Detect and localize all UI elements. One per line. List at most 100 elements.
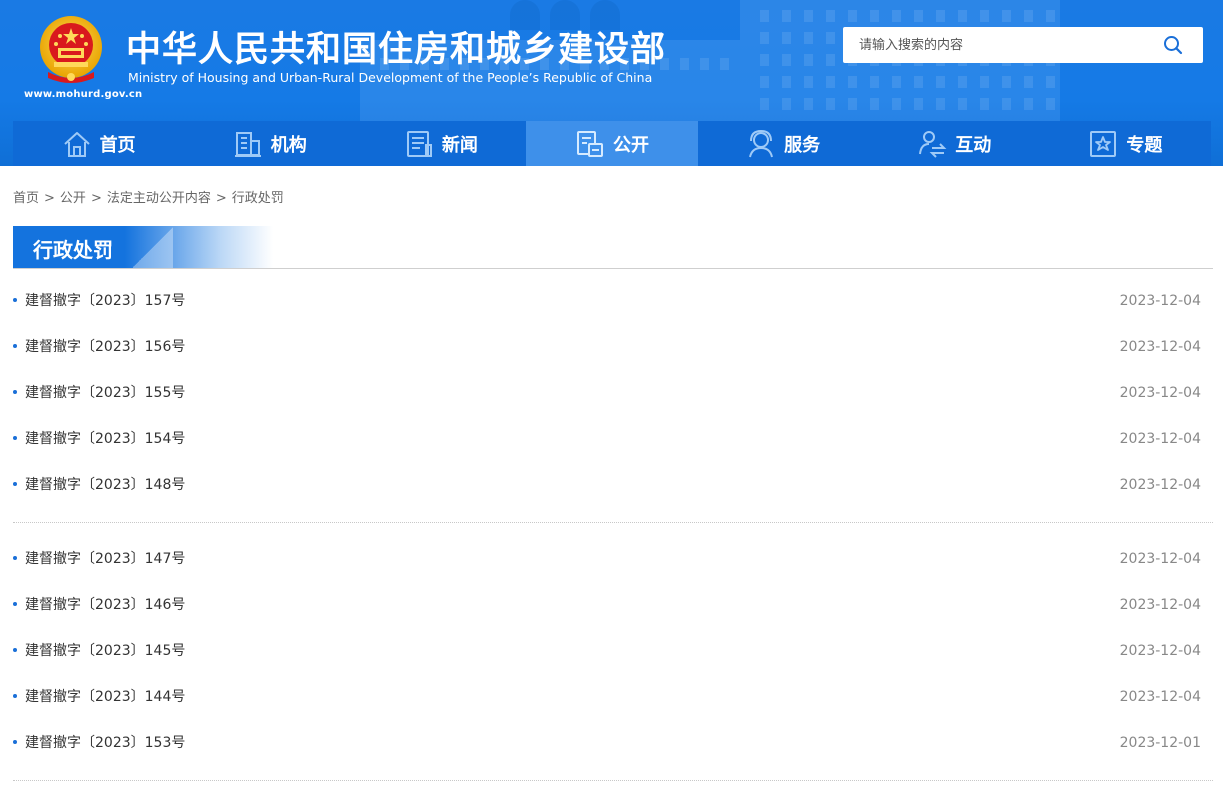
background-decoration — [1046, 76, 1055, 88]
background-decoration — [826, 98, 835, 110]
breadcrumb: 首页 > 公开 > 法定主动公开内容 > 行政处罚 — [13, 187, 284, 206]
nav-item-disclosure[interactable]: 公开 — [526, 121, 698, 166]
background-decoration — [782, 98, 791, 110]
page: www.mohurd.gov.cn 中华人民共和国住房和城乡建设部 Minist… — [0, 0, 1223, 793]
background-decoration — [848, 98, 857, 110]
news-icon — [406, 130, 432, 157]
list-item-date: 2023-12-04 — [1119, 551, 1201, 567]
background-decoration — [760, 10, 769, 22]
background-decoration — [848, 76, 857, 88]
list-item-title[interactable]: 建督撤字〔2023〕146号 — [25, 582, 185, 628]
breadcrumb-link-disclosure[interactable]: 公开 — [60, 191, 86, 206]
group-divider — [13, 522, 1213, 523]
list-item-title[interactable]: 建督撤字〔2023〕153号 — [25, 720, 185, 766]
list-item[interactable]: 建督撤字〔2023〕147号 2023-12-04 — [13, 536, 1213, 582]
background-decoration — [980, 10, 989, 22]
search-box — [843, 27, 1203, 63]
list-item-date: 2023-12-04 — [1119, 597, 1201, 613]
background-decoration — [1046, 10, 1055, 22]
nav-item-organization[interactable]: 机构 — [184, 121, 355, 166]
divider — [13, 268, 1213, 269]
list-item[interactable]: 建督撤字〔2023〕153号 2023-12-01 — [13, 720, 1213, 766]
background-decoration — [782, 54, 791, 66]
background-decoration — [1046, 98, 1055, 110]
nav-label: 专题 — [1126, 134, 1163, 156]
nav-item-service[interactable]: 服务 — [698, 121, 869, 166]
site-url: www.mohurd.gov.cn — [24, 89, 143, 100]
background-decoration — [782, 32, 791, 44]
list-item[interactable]: 建督撤字〔2023〕157号 2023-12-04 — [13, 278, 1213, 324]
list-item[interactable]: 建督撤字〔2023〕145号 2023-12-04 — [13, 628, 1213, 674]
service-icon — [749, 129, 774, 157]
bullet-icon — [13, 602, 17, 606]
search-input[interactable] — [843, 27, 1153, 63]
breadcrumb-link-statutory-content[interactable]: 法定主动公开内容 — [107, 191, 211, 206]
breadcrumb-link-home[interactable]: 首页 — [13, 191, 39, 206]
list-item-date: 2023-12-04 — [1119, 339, 1201, 355]
list-item-title[interactable]: 建督撤字〔2023〕148号 — [25, 462, 185, 508]
list-item-title[interactable]: 建督撤字〔2023〕154号 — [25, 416, 185, 462]
list-item[interactable]: 建督撤字〔2023〕154号 2023-12-04 — [13, 416, 1213, 462]
home-icon — [63, 131, 90, 157]
list-item[interactable]: 建督撤字〔2023〕146号 2023-12-04 — [13, 582, 1213, 628]
national-emblem-icon — [40, 16, 102, 83]
background-decoration — [870, 76, 879, 88]
breadcrumb-separator: > — [215, 191, 227, 206]
bullet-icon — [13, 482, 17, 486]
nav-item-topics[interactable]: 专题 — [1040, 121, 1211, 166]
list-item[interactable]: 建督撤字〔2023〕156号 2023-12-04 — [13, 324, 1213, 370]
background-decoration — [914, 10, 923, 22]
background-decoration — [760, 98, 769, 110]
list-item-title[interactable]: 建督撤字〔2023〕157号 — [25, 278, 185, 324]
document-list-group-1: 建督撤字〔2023〕157号 2023-12-04 建督撤字〔2023〕156号… — [13, 278, 1213, 508]
background-decoration — [1024, 10, 1033, 22]
bullet-icon — [13, 298, 17, 302]
background-decoration — [914, 76, 923, 88]
background-decoration — [680, 58, 689, 70]
background-decoration — [958, 10, 967, 22]
background-decoration — [936, 98, 945, 110]
list-item[interactable]: 建督撤字〔2023〕144号 2023-12-04 — [13, 674, 1213, 720]
background-decoration — [892, 98, 901, 110]
list-item-title[interactable]: 建督撤字〔2023〕155号 — [25, 370, 185, 416]
background-decoration — [826, 76, 835, 88]
list-item[interactable]: 建督撤字〔2023〕148号 2023-12-04 — [13, 462, 1213, 508]
background-decoration — [980, 98, 989, 110]
nav-item-interaction[interactable]: 互动 — [869, 121, 1040, 166]
nav-item-home[interactable]: 首页 — [13, 121, 184, 166]
background-decoration — [892, 10, 901, 22]
interaction-icon — [919, 130, 947, 158]
background-decoration — [1024, 98, 1033, 110]
background-decoration — [760, 54, 769, 66]
background-decoration — [848, 10, 857, 22]
list-item-date: 2023-12-04 — [1119, 431, 1201, 447]
bullet-icon — [13, 556, 17, 560]
list-item-title[interactable]: 建督撤字〔2023〕145号 — [25, 628, 185, 674]
document-icon — [576, 130, 603, 157]
nav-label: 新闻 — [441, 134, 478, 156]
nav-label: 互动 — [955, 134, 992, 156]
background-decoration — [870, 10, 879, 22]
background-decoration — [804, 10, 813, 22]
background-decoration — [958, 76, 967, 88]
list-item-title[interactable]: 建督撤字〔2023〕147号 — [25, 536, 185, 582]
bullet-icon — [13, 390, 17, 394]
document-list-group-2: 建督撤字〔2023〕147号 2023-12-04 建督撤字〔2023〕146号… — [13, 536, 1213, 766]
section-title-banner: 行政处罚 — [13, 226, 273, 268]
list-item-date: 2023-12-04 — [1119, 385, 1201, 401]
background-decoration — [1002, 98, 1011, 110]
list-item-title[interactable]: 建督撤字〔2023〕156号 — [25, 324, 185, 370]
nav-label: 机构 — [270, 134, 307, 156]
list-item[interactable]: 建督撤字〔2023〕155号 2023-12-04 — [13, 370, 1213, 416]
background-decoration — [936, 76, 945, 88]
background-decoration — [760, 32, 769, 44]
background-decoration — [804, 98, 813, 110]
list-item-date: 2023-12-04 — [1119, 477, 1201, 493]
background-decoration — [958, 98, 967, 110]
list-item-title[interactable]: 建督撤字〔2023〕144号 — [25, 674, 185, 720]
search-icon[interactable] — [1163, 35, 1183, 55]
nav-item-news[interactable]: 新闻 — [355, 121, 526, 166]
building-icon — [234, 131, 261, 157]
background-decoration — [914, 98, 923, 110]
breadcrumb-link-administrative-penalty[interactable]: 行政处罚 — [232, 191, 284, 206]
